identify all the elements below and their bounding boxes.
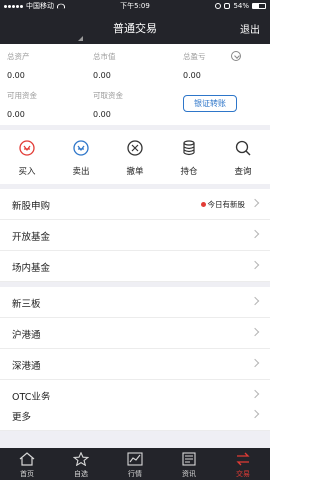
chart-icon	[127, 452, 143, 466]
nav-bar: 普通交易 退出	[0, 12, 270, 44]
tab-market[interactable]: 行情	[108, 448, 162, 480]
home-icon	[19, 452, 35, 466]
ipo-notice: 今日有新股	[200, 199, 246, 210]
buy-icon	[19, 140, 35, 156]
market-value-label: 总市值	[93, 52, 116, 61]
menu-item-neeq-label: 新三板	[12, 299, 41, 310]
action-sell[interactable]: 卖出	[54, 130, 108, 184]
action-query-label: 查询	[234, 167, 252, 177]
menu-item-exchange-fund-label: 场内基金	[12, 263, 51, 274]
star-icon	[73, 452, 89, 466]
total-assets: 总资产 0.00	[7, 51, 30, 80]
action-buy[interactable]: 买入	[0, 130, 54, 184]
withdrawable-funds-value: 0.00	[93, 110, 111, 119]
action-sell-label: 卖出	[72, 167, 90, 177]
corner-triangle-icon	[78, 36, 83, 41]
tab-news-label: 资讯	[182, 470, 196, 478]
total-assets-label: 总资产	[7, 52, 30, 61]
alarm-icon	[224, 3, 231, 9]
cancel-order-icon	[127, 140, 143, 156]
expand-toggle-icon[interactable]	[231, 51, 241, 61]
total-pnl-value: 0.00	[183, 71, 201, 80]
battery-fill	[253, 4, 260, 8]
menu-item-sz-hk-label: 深港通	[12, 361, 41, 372]
status-bar: 中国移动 下午5:09 54%	[0, 0, 270, 12]
chevron-right-icon	[250, 358, 260, 368]
menu-item-more-label: 更多	[12, 412, 32, 423]
action-query[interactable]: 查询	[216, 130, 270, 184]
menu-item-exchange-fund[interactable]: 场内基金	[0, 251, 270, 282]
bottom-spacer	[0, 431, 270, 448]
action-cancel-order[interactable]: 撤单	[108, 130, 162, 184]
menu-item-neeq[interactable]: 新三板	[0, 287, 270, 318]
total-pnl-label: 总盈亏	[183, 52, 206, 61]
asset-summary: 总资产 0.00 总市值 0.00 总盈亏 0.00 可用资金 0.00 可取资…	[0, 44, 270, 125]
available-funds: 可用资金 0.00	[7, 90, 37, 119]
menu-item-open-fund-label: 开放基金	[12, 232, 51, 243]
menu-item-more[interactable]: 更多	[0, 400, 270, 431]
status-right: 54%	[215, 0, 266, 12]
bank-transfer-button[interactable]: 银证转账	[183, 95, 237, 112]
menu-item-ipo-label: 新股申购	[12, 201, 51, 212]
available-funds-value: 0.00	[7, 110, 25, 119]
news-icon	[182, 452, 196, 466]
tab-news[interactable]: 资讯	[162, 448, 216, 480]
exit-button[interactable]: 退出	[240, 21, 260, 36]
market-value: 总市值 0.00	[93, 51, 116, 80]
tab-watchlist[interactable]: 自选	[54, 448, 108, 480]
chevron-right-icon	[250, 389, 260, 399]
market-value-value: 0.00	[93, 71, 111, 80]
tab-bar: 首页 自选 行情 资讯 交易	[0, 448, 270, 480]
menu-item-sh-hk[interactable]: 沪港通	[0, 318, 270, 349]
menu-item-ipo[interactable]: 新股申购 今日有新股	[0, 189, 270, 220]
notice-dot-icon	[200, 202, 206, 207]
tab-market-label: 行情	[128, 470, 142, 478]
available-funds-label: 可用资金	[7, 91, 37, 100]
holdings-icon	[183, 140, 195, 156]
chevron-right-icon	[250, 260, 260, 270]
total-assets-value: 0.00	[7, 71, 25, 80]
battery-percent: 54%	[233, 2, 249, 10]
action-holdings[interactable]: 持仓	[162, 130, 216, 184]
tab-trade[interactable]: 交易	[216, 448, 270, 480]
total-pnl: 总盈亏 0.00	[183, 51, 206, 80]
search-icon	[235, 140, 251, 156]
sell-icon	[73, 140, 89, 156]
chevron-right-icon	[250, 327, 260, 337]
menu-item-sz-hk[interactable]: 深港通	[0, 349, 270, 380]
ipo-notice-text: 今日有新股	[207, 200, 246, 209]
tab-home-label: 首页	[20, 470, 34, 478]
trade-icon	[236, 452, 250, 466]
action-cancel-order-label: 撤单	[126, 167, 144, 177]
withdrawable-funds: 可取资金 0.00	[93, 90, 123, 119]
quick-actions: 买入 卖出 撤单 持仓 查询	[0, 130, 270, 184]
chevron-right-icon	[250, 296, 260, 306]
menu-item-open-fund[interactable]: 开放基金	[0, 220, 270, 251]
battery-icon	[252, 3, 266, 9]
menu-item-sh-hk-label: 沪港通	[12, 330, 41, 341]
action-buy-label: 买入	[18, 167, 36, 177]
withdrawable-funds-label: 可取资金	[93, 91, 123, 100]
chevron-right-icon	[250, 229, 260, 239]
tab-trade-label: 交易	[236, 470, 250, 478]
tab-watchlist-label: 自选	[74, 470, 88, 478]
chevron-right-icon	[250, 409, 260, 419]
action-holdings-label: 持仓	[180, 167, 198, 177]
chevron-right-icon	[250, 198, 260, 208]
orientation-lock-icon	[215, 3, 222, 9]
page-title: 普通交易	[113, 22, 157, 35]
tab-home[interactable]: 首页	[0, 448, 54, 480]
